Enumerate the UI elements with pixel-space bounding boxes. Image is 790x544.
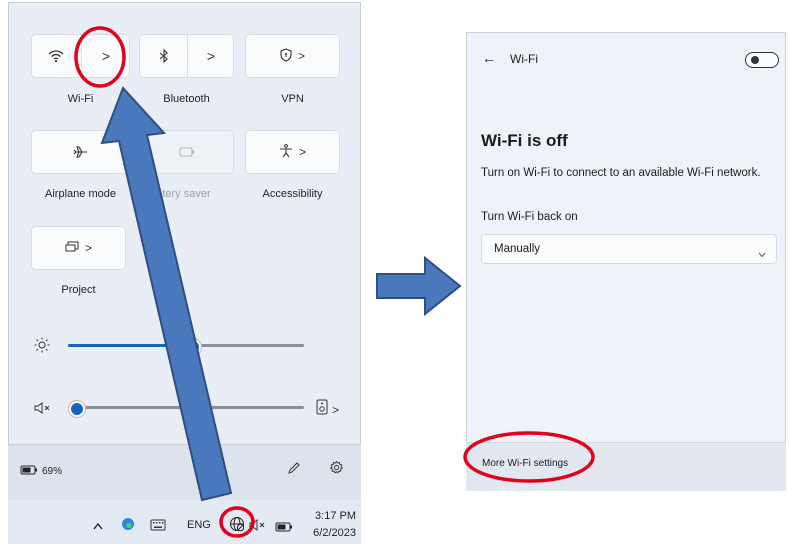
- annotation-diagonal-arrow: [100, 86, 233, 502]
- annotation-circle-more-settings: [463, 431, 595, 483]
- annotation-circle-wifi-chevron: [74, 26, 126, 88]
- annotation-overlay: [74, 26, 595, 538]
- annotation-circle-network-icon: [219, 506, 255, 538]
- annotation-right-arrow: [376, 255, 462, 317]
